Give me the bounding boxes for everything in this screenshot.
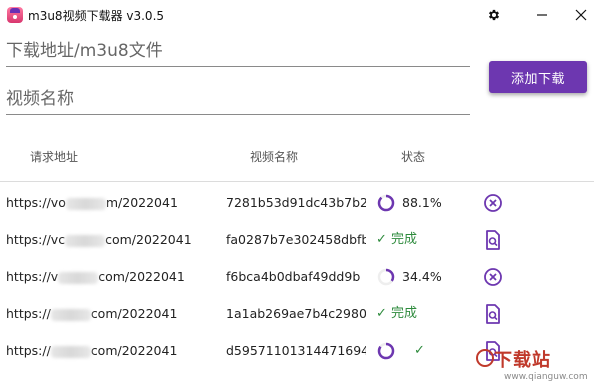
status-text: ✓ 完成: [376, 306, 418, 321]
request-url: https://vo m/2022041: [6, 184, 218, 221]
app-icon: [7, 7, 23, 23]
redacted-blur: [65, 197, 106, 210]
url-prefix: https://: [6, 306, 51, 321]
status-cell: ✓: [376, 332, 466, 369]
table-row: https:// com/2022041 1a1ab269ae7b4c2980 ✓ 完…: [0, 295, 594, 332]
status-text: ✓: [414, 343, 425, 358]
url-prefix: https://vc: [6, 232, 66, 247]
file-search-icon[interactable]: [482, 229, 504, 251]
url-input[interactable]: [6, 36, 470, 66]
redacted-blur: [58, 271, 99, 284]
table-row: https://vc com/2022041 fa0287b7e302458dbfb…: [0, 221, 594, 258]
redacted-blur: [50, 308, 91, 321]
video-name: d59571101314471694: [226, 343, 366, 358]
request-url: https://vc com/2022041: [6, 221, 218, 258]
status-cell: 88.1%: [376, 184, 466, 221]
url-field: [6, 36, 470, 67]
status-cell: ✓ 完成: [376, 295, 466, 332]
progress-ring-icon: [377, 194, 395, 211]
close-icon[interactable]: [569, 4, 593, 26]
video-name: fa0287b7e302458dbfb: [226, 232, 366, 247]
video-name-input[interactable]: [6, 84, 470, 114]
header-divider: [0, 181, 594, 182]
watermark-text: 下载站: [494, 350, 551, 371]
add-download-button[interactable]: 添加下载: [489, 61, 587, 93]
progress-ring-icon: [377, 342, 395, 359]
progress-percent: 88.1%: [402, 195, 442, 210]
request-url: https://v com/2022041: [6, 258, 218, 295]
cancel-circle-icon[interactable]: [482, 266, 504, 288]
video-name: 1a1ab269ae7b4c2980: [226, 306, 366, 321]
redacted-blur: [65, 234, 106, 247]
file-search-icon[interactable]: [482, 303, 504, 325]
header-name: 视频名称: [250, 150, 299, 164]
status-cell: ✓ 完成: [376, 221, 466, 258]
video-name: f6bca4b0dbaf49dd9b: [226, 269, 361, 284]
table-row: https://v com/2022041 f6bca4b0dbaf49dd9b 34…: [0, 258, 594, 295]
header-status: 状态: [401, 150, 426, 164]
request-url: https:// com/2022041: [6, 295, 218, 332]
progress-percent: 34.4%: [402, 269, 442, 284]
url-suffix: m/2022041: [105, 195, 178, 210]
name-field: [6, 84, 470, 115]
table-row: https://vo m/2022041 7281b53d91dc43b7b2 88.…: [0, 184, 594, 221]
watermark-url: www.qianguw.com: [504, 372, 588, 382]
progress-arc: [377, 194, 395, 211]
url-suffix: com/2022041: [90, 306, 178, 321]
url-prefix: https://vo: [6, 195, 66, 210]
request-url: https:// com/2022041: [6, 332, 218, 369]
url-suffix: com/2022041: [98, 269, 185, 284]
url-prefix: https://v: [6, 269, 59, 284]
header-url: 请求地址: [30, 150, 79, 164]
watermark: 下载站 www.qianguw.com: [474, 346, 592, 386]
url-prefix: https://: [6, 343, 51, 358]
title-bar: m3u8视频下载器 v3.0.5: [0, 0, 594, 30]
status-text: ✓ 完成: [376, 232, 418, 247]
progress-ring-icon: [377, 268, 395, 285]
watermark-logo-icon: [476, 349, 494, 367]
status-cell: 34.4%: [376, 258, 466, 295]
minimize-icon[interactable]: [530, 4, 554, 26]
url-suffix: com/2022041: [90, 343, 178, 358]
cancel-circle-icon[interactable]: [482, 192, 504, 214]
url-suffix: com/2022041: [105, 232, 192, 247]
gear-icon[interactable]: [482, 4, 506, 26]
window-title: m3u8视频下载器 v3.0.5: [28, 9, 165, 23]
video-name: 7281b53d91dc43b7b2: [226, 195, 366, 210]
redacted-blur: [50, 345, 91, 358]
